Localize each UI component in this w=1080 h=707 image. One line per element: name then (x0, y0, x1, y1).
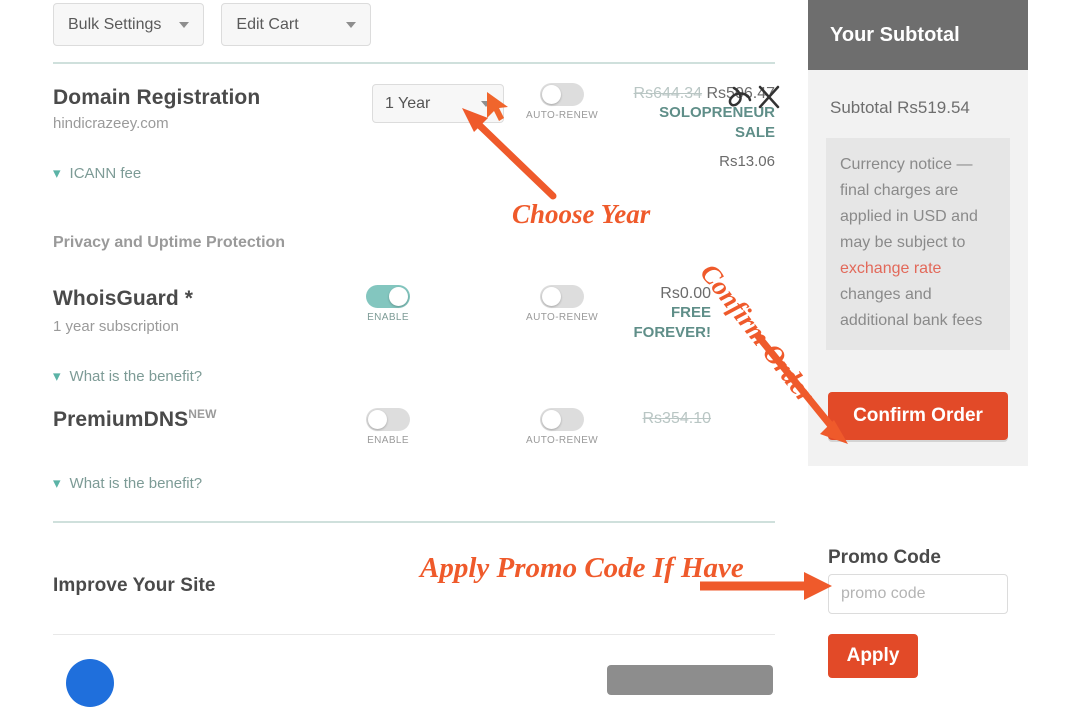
premiumdns-benefit-label: What is the benefit? (69, 475, 203, 492)
premiumdns-enable-toggle[interactable] (366, 408, 410, 431)
bulk-settings-label: Bulk Settings (68, 15, 162, 33)
hosting-action-button[interactable] (607, 665, 773, 695)
toggle-knob (389, 287, 408, 306)
subtotal-card: Your Subtotal Subtotal Rs519.54 Currency… (808, 0, 1028, 466)
chevron-down-icon (346, 21, 357, 28)
divider-light (53, 634, 775, 635)
whoisguard-auto-renew-toggle[interactable] (540, 285, 585, 308)
cart-column: Bulk Settings Edit Cart Domain Registrat… (0, 0, 800, 707)
chevron-down-icon: ▾ (53, 475, 61, 492)
domain-price-block: Rs644.34 Rs506.47 SOLOPRENEUR SALE Rs13.… (600, 85, 775, 170)
toggle-knob (542, 85, 562, 104)
term-select-value: 1 Year (385, 94, 431, 112)
domain-auto-renew-toggle-group: AUTO-RENEW (526, 83, 598, 121)
domain-auto-renew-toggle[interactable] (540, 83, 585, 106)
premiumdns-price-block: Rs354.10 (600, 410, 712, 428)
edit-cart-label: Edit Cart (236, 15, 299, 33)
confirm-order-button[interactable]: Confirm Order (828, 392, 1008, 440)
subtotal-amount: Subtotal Rs519.54 (830, 98, 970, 117)
domain-auto-renew-label: AUTO-RENEW (526, 110, 599, 121)
whoisguard-benefit-toggle[interactable]: ▾ What is the benefit? (53, 368, 202, 385)
premiumdns-auto-renew-toggle[interactable] (540, 408, 585, 431)
premiumdns-new-badge: NEW (188, 407, 217, 421)
chevron-down-icon: ▾ (53, 368, 61, 385)
divider-top (53, 62, 775, 64)
privacy-section-label: Privacy and Uptime Protection (53, 234, 286, 251)
subtotal-title: Your Subtotal (830, 23, 960, 46)
currency-notice-pre: Currency notice — final charges are appl… (840, 156, 978, 251)
whoisguard-enable-toggle[interactable] (366, 285, 410, 308)
domain-price-original: Rs644.34 (633, 85, 703, 102)
premiumdns-auto-renew-label: AUTO-RENEW (526, 435, 599, 446)
edit-cart-button[interactable]: Edit Cart (221, 3, 372, 46)
currency-notice: Currency notice — final charges are appl… (826, 138, 1010, 350)
icann-fee-toggle[interactable]: ▾ ICANN fee (53, 165, 141, 182)
cart-toolbar: Bulk Settings Edit Cart (53, 3, 372, 46)
chevron-down-icon: ▾ (53, 165, 61, 182)
whoisguard-tag-1: FREE (670, 304, 711, 321)
exchange-rate-link[interactable]: exchange rate (840, 260, 941, 277)
premiumdns-title-text: PremiumDNS (53, 408, 189, 431)
whoisguard-price-block: Rs0.00 FREE FOREVER! (600, 285, 711, 343)
premiumdns-title: PremiumDNSNEW (53, 407, 217, 432)
icann-fee-amount: Rs13.06 (719, 153, 775, 170)
term-select[interactable]: 1 Year (372, 84, 504, 123)
chevron-down-icon (179, 21, 190, 28)
whoisguard-title: WhoisGuard * (53, 287, 194, 310)
domain-promo-line-2: SALE (734, 124, 775, 141)
whoisguard-enable-toggle-group: ENABLE (366, 285, 410, 323)
currency-notice-post: changes and additional bank fees (840, 286, 983, 329)
premiumdns-auto-renew-toggle-group: AUTO-RENEW (526, 408, 598, 446)
whoisguard-tag-2: FOREVER! (633, 324, 711, 341)
premiumdns-price-original: Rs354.10 (642, 410, 712, 427)
domain-registration-title: Domain Registration (53, 86, 261, 109)
whoisguard-subtitle: 1 year subscription (53, 318, 179, 335)
toggle-knob (542, 410, 562, 429)
apply-promo-button[interactable]: Apply (828, 634, 918, 678)
toggle-knob (368, 410, 387, 429)
domain-name: hindicrazeey.com (53, 115, 169, 132)
divider-bottom (53, 521, 775, 523)
premiumdns-enable-toggle-group: ENABLE (366, 408, 410, 446)
bulk-settings-button[interactable]: Bulk Settings (53, 3, 205, 46)
chevron-down-icon (481, 100, 491, 107)
toggle-knob (542, 287, 562, 306)
premiumdns-enable-label: ENABLE (367, 435, 409, 446)
domain-price-current: Rs506.47 (706, 85, 776, 102)
domain-promo-line-1: SOLOPRENEUR (659, 104, 775, 121)
promo-code-input[interactable] (828, 574, 1008, 614)
icann-fee-label: ICANN fee (69, 165, 142, 182)
hosting-product-icon (66, 659, 114, 707)
whoisguard-enable-label: ENABLE (367, 312, 409, 323)
promo-code-title: Promo Code (828, 547, 941, 568)
whoisguard-price: Rs0.00 (660, 285, 711, 302)
whoisguard-auto-renew-label: AUTO-RENEW (526, 312, 599, 323)
whoisguard-benefit-label: What is the benefit? (69, 368, 203, 385)
premiumdns-benefit-toggle[interactable]: ▾ What is the benefit? (53, 475, 202, 492)
subtotal-header: Your Subtotal (808, 0, 1028, 70)
whoisguard-auto-renew-toggle-group: AUTO-RENEW (526, 285, 598, 323)
checkout-page: Bulk Settings Edit Cart Domain Registrat… (0, 0, 1080, 707)
improve-your-site-title: Improve Your Site (53, 575, 216, 596)
